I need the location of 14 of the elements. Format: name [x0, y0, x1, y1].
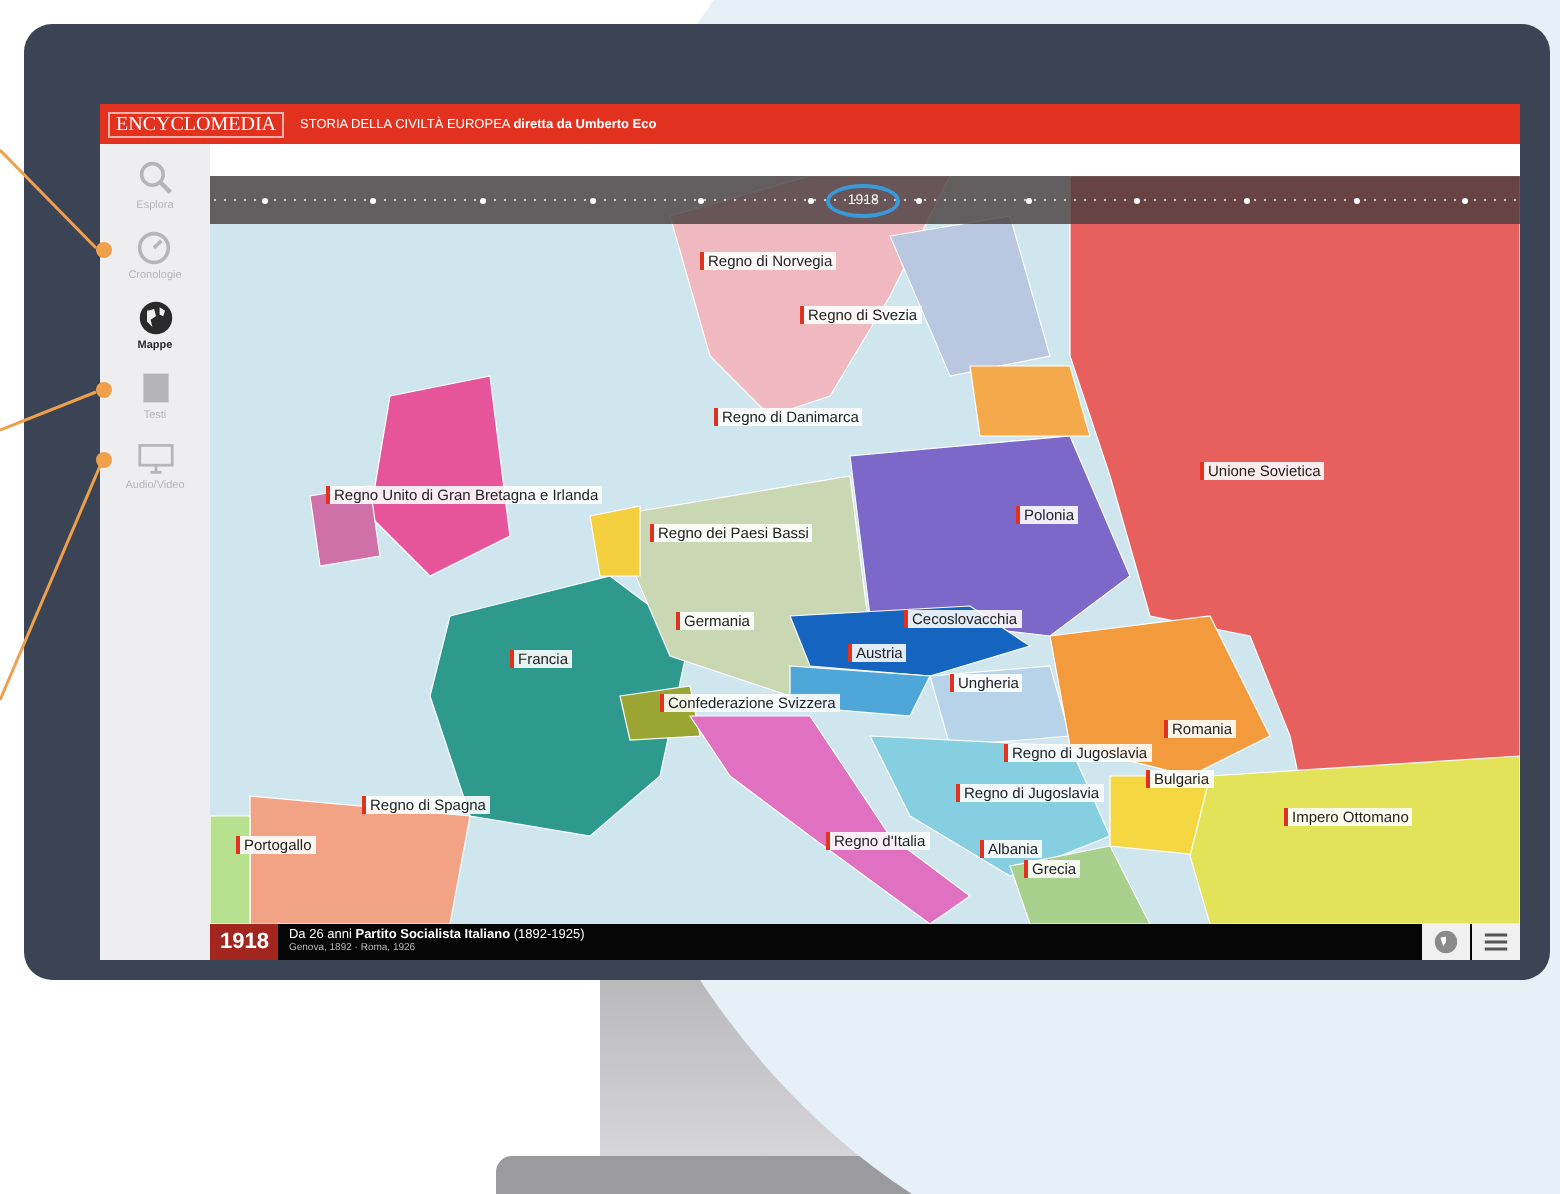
globe-icon — [137, 300, 173, 336]
monitor-icon — [137, 440, 173, 476]
logo: ENCYCLOMEDIA — [108, 111, 284, 137]
menu-button[interactable] — [1472, 924, 1520, 960]
globe-button[interactable] — [1422, 924, 1470, 960]
menu-icon — [1482, 928, 1510, 956]
timeline-bar[interactable] — [210, 176, 1520, 224]
globe-icon — [1432, 928, 1460, 956]
year-badge: 1918 — [210, 924, 279, 960]
search-icon — [137, 160, 173, 196]
callout-line — [0, 148, 112, 258]
gauge-icon — [136, 230, 173, 266]
page-icon — [137, 370, 173, 406]
callout-line — [0, 382, 112, 432]
